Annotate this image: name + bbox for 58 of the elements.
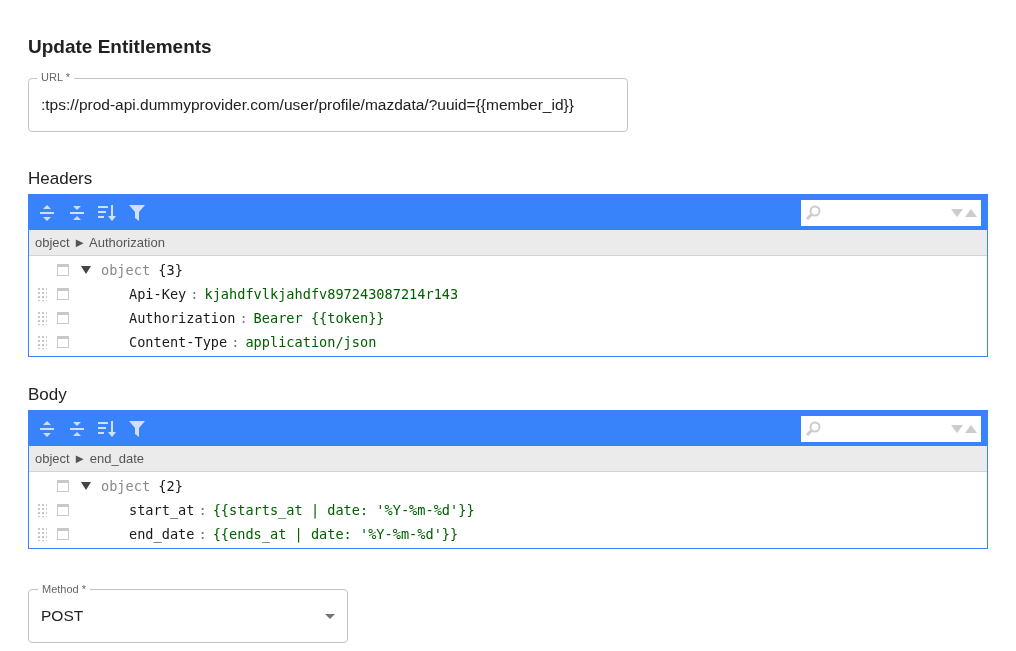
collapse-all-icon — [70, 419, 84, 438]
breadcrumb: object ► Authorization — [29, 230, 987, 256]
breadcrumb: object ► end_date — [29, 446, 987, 472]
drag-handle-icon[interactable] — [37, 527, 47, 541]
key-separator: : — [198, 502, 207, 518]
field-value[interactable]: Bearer {{token}} — [253, 310, 385, 326]
node-count: {3} — [158, 262, 183, 278]
field-value[interactable]: kjahdfvlkjahdfv897243087214r143 — [204, 286, 459, 302]
search-field[interactable] — [801, 199, 981, 226]
drag-handle-icon[interactable] — [37, 335, 47, 349]
context-menu-icon[interactable] — [57, 504, 69, 516]
field-key[interactable]: Authorization — [129, 310, 236, 326]
field-label: Method * — [38, 582, 91, 596]
key-separator: : — [190, 286, 199, 302]
filter-icon — [129, 204, 145, 221]
field-value[interactable]: {{ends_at | date: '%Y-%m-%d'}} — [212, 526, 459, 542]
dropdown-caret-icon — [325, 613, 335, 619]
node-type: object — [101, 262, 151, 278]
page-title: Update Entitlements — [28, 35, 213, 59]
context-menu-icon[interactable] — [57, 288, 69, 300]
field-key[interactable]: Content-Type — [129, 334, 228, 350]
key-separator: : — [239, 310, 248, 326]
node-count: {2} — [158, 478, 183, 494]
previous-result-icon[interactable] — [965, 424, 977, 433]
context-menu-icon[interactable] — [57, 264, 69, 276]
previous-result-icon[interactable] — [965, 208, 977, 217]
context-menu-icon[interactable] — [57, 312, 69, 324]
context-menu-icon[interactable] — [57, 528, 69, 540]
filter-icon — [129, 420, 145, 437]
expand-all-icon — [40, 419, 54, 438]
drag-handle-icon[interactable] — [37, 503, 47, 517]
key-separator: : — [198, 526, 207, 542]
field-value[interactable]: application/json — [245, 334, 377, 350]
field-label: URL * — [37, 70, 74, 84]
sort-icon — [98, 420, 116, 437]
field-key[interactable]: Api-Key — [129, 286, 187, 302]
expand-all-icon — [40, 203, 54, 222]
next-result-icon[interactable] — [951, 208, 963, 217]
drag-handle-icon[interactable] — [37, 311, 47, 325]
expand-triangle-icon[interactable] — [81, 481, 91, 491]
select-value: POST — [41, 607, 85, 625]
field-key[interactable]: end_date — [129, 526, 195, 542]
context-menu-icon[interactable] — [57, 336, 69, 348]
context-menu-icon[interactable] — [57, 480, 69, 492]
drag-handle-icon[interactable] — [37, 287, 47, 301]
collapse-all-icon — [70, 203, 84, 222]
search-icon — [805, 204, 821, 221]
section-label: Body — [28, 384, 68, 406]
node-type: object — [101, 478, 151, 494]
section-label: Headers — [28, 168, 94, 190]
field-key[interactable]: start_at — [129, 502, 195, 518]
key-separator: : — [231, 334, 240, 350]
next-result-icon[interactable] — [951, 424, 963, 433]
search-field[interactable] — [801, 415, 981, 442]
sort-icon — [98, 204, 116, 221]
search-icon — [805, 420, 821, 437]
field-value[interactable]: {{starts_at | date: '%Y-%m-%d'}} — [212, 502, 475, 518]
expand-triangle-icon[interactable] — [81, 265, 91, 275]
